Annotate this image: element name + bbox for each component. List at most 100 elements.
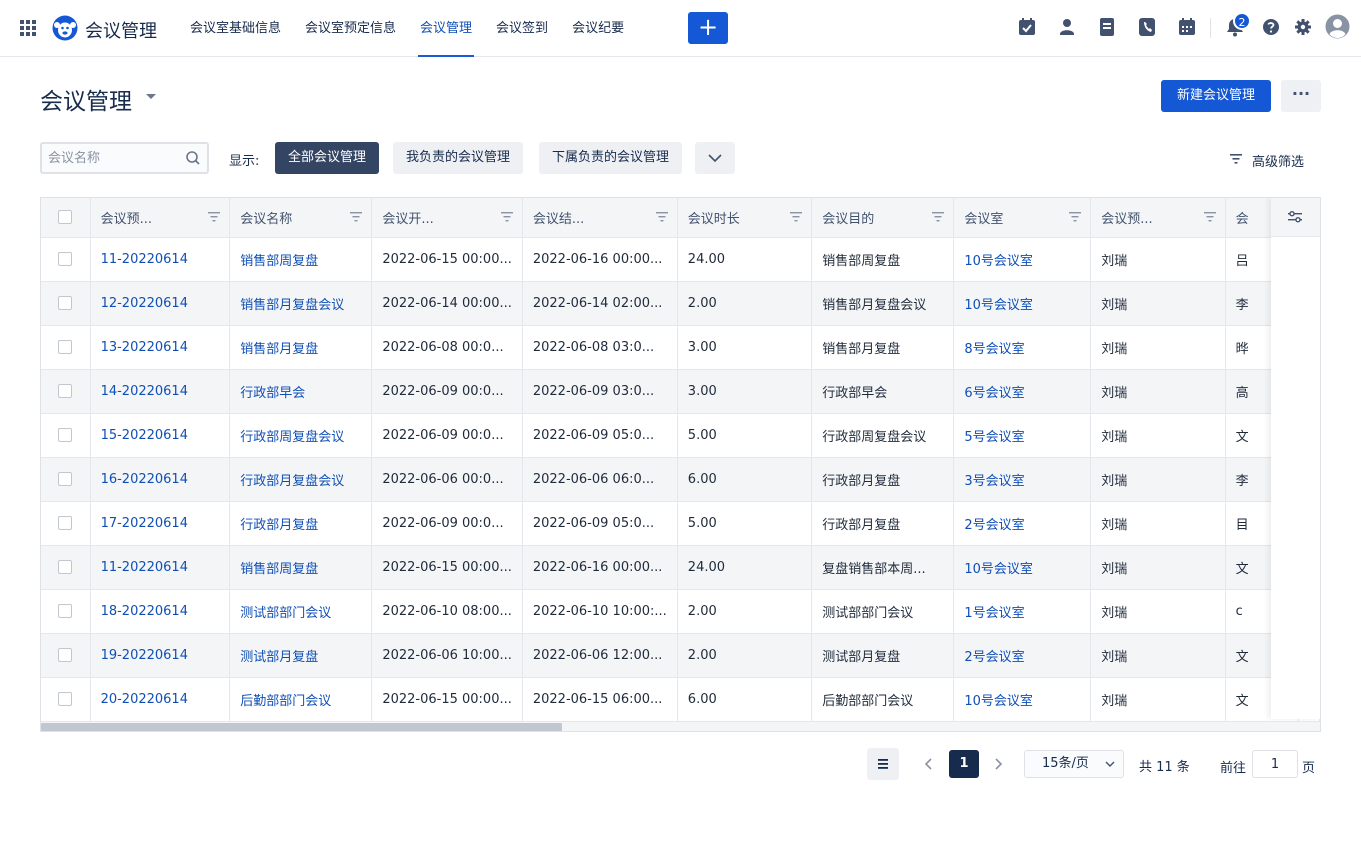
phone-icon[interactable] (1136, 16, 1158, 38)
help-icon[interactable] (1260, 16, 1282, 38)
cell-booking-code[interactable]: 12-20220614 (90, 281, 231, 326)
cell-meeting-room[interactable]: 6号会议室 (953, 369, 1092, 414)
user-avatar-icon[interactable] (1325, 14, 1350, 39)
row-checkbox[interactable] (58, 604, 73, 618)
column-filter-icon[interactable] (349, 211, 363, 223)
table-row[interactable]: 13-20220614 销售部月复盘 2022-06-08 00:0... 2022-… (41, 325, 1320, 370)
filter-tab-all-meetings[interactable]: 全部会议管理 (275, 142, 380, 174)
contact-person-icon[interactable] (1056, 16, 1078, 38)
cell-meeting-name[interactable]: 行政部早会 (229, 369, 373, 414)
table-row[interactable]: 15-20220614 行政部周复盘会议 2022-06-09 00:0... 202… (41, 413, 1320, 458)
column-header-purpose[interactable]: 会议目的 (811, 198, 955, 238)
row-checkbox[interactable] (58, 252, 73, 266)
cell-meeting-name[interactable]: 行政部月复盘 (229, 501, 373, 546)
meeting-name-search-input[interactable] (48, 149, 178, 167)
cell-booking-code[interactable]: 16-20220614 (90, 457, 231, 502)
cell-meeting-name[interactable]: 销售部周复盘 (229, 237, 373, 282)
cell-meeting-name[interactable]: 后勤部部门会议 (229, 677, 373, 722)
column-header-duration[interactable]: 会议时长 (677, 198, 813, 238)
filter-tab-subordinate-meetings[interactable]: 下属负责的会议管理 (539, 142, 683, 174)
filter-more-button[interactable] (695, 142, 735, 174)
more-actions-button[interactable]: ··· (1281, 80, 1321, 112)
settings-gear-icon[interactable] (1292, 16, 1314, 38)
cell-meeting-name[interactable]: 销售部月复盘 (229, 325, 373, 370)
current-page-button[interactable]: 1 (949, 750, 979, 778)
row-checkbox[interactable] (58, 472, 73, 486)
cell-meeting-room[interactable]: 2号会议室 (953, 501, 1092, 546)
cell-meeting-room[interactable]: 10号会议室 (953, 237, 1092, 282)
nav-meeting-checkin[interactable]: 会议签到 (484, 0, 560, 57)
column-settings-button[interactable] (1271, 198, 1320, 237)
advanced-filter-button[interactable]: 高级筛选 (1229, 151, 1304, 170)
cell-meeting-room[interactable]: 2号会议室 (953, 633, 1092, 678)
column-filter-icon[interactable] (1203, 211, 1217, 223)
cell-booking-code[interactable]: 13-20220614 (90, 325, 231, 370)
cell-booking-code[interactable]: 11-20220614 (90, 545, 231, 590)
column-filter-icon[interactable] (655, 211, 669, 223)
table-row[interactable]: 20-20220614 后勤部部门会议 2022-06-15 00:00... 202… (41, 677, 1320, 722)
cell-meeting-room[interactable]: 3号会议室 (953, 457, 1092, 502)
select-all-checkbox[interactable] (58, 210, 73, 225)
cell-meeting-room[interactable]: 8号会议室 (953, 325, 1092, 370)
cell-meeting-name[interactable]: 测试部月复盘 (229, 633, 373, 678)
cell-meeting-room[interactable]: 10号会议室 (953, 545, 1092, 590)
title-dropdown-caret-icon[interactable] (146, 94, 156, 99)
cell-meeting-name[interactable]: 行政部周复盘会议 (229, 413, 373, 458)
column-header-booker[interactable]: 会议预... (1090, 198, 1226, 238)
column-header-meeting-name[interactable]: 会议名称 (229, 198, 373, 238)
column-filter-icon[interactable] (789, 211, 803, 223)
table-row[interactable]: 11-20220614 销售部周复盘 2022-06-15 00:00... 2022… (41, 237, 1320, 282)
page-size-select[interactable]: 15条/页 (1024, 750, 1124, 778)
next-page-icon[interactable] (987, 752, 1009, 776)
row-checkbox[interactable] (58, 428, 73, 442)
column-header-start-time[interactable]: 会议开... (371, 198, 523, 238)
goto-page-input[interactable] (1252, 750, 1298, 778)
cell-meeting-name[interactable]: 测试部部门会议 (229, 589, 373, 634)
row-checkbox[interactable] (58, 516, 73, 530)
column-filter-icon[interactable] (500, 211, 514, 223)
row-checkbox[interactable] (58, 692, 73, 706)
task-check-icon[interactable] (1016, 16, 1038, 38)
cell-booking-code[interactable]: 20-20220614 (90, 677, 231, 722)
cell-meeting-room[interactable]: 5号会议室 (953, 413, 1092, 458)
create-button[interactable]: + (688, 12, 728, 44)
cell-booking-code[interactable]: 15-20220614 (90, 413, 231, 458)
column-filter-icon[interactable] (931, 211, 945, 223)
cell-meeting-room[interactable]: 10号会议室 (953, 281, 1092, 326)
document-icon[interactable] (1096, 16, 1118, 38)
cell-meeting-name[interactable]: 行政部月复盘会议 (229, 457, 373, 502)
table-row[interactable]: 12-20220614 销售部月复盘会议 2022-06-14 00:00... 20… (41, 281, 1320, 326)
pagination-list-view-button[interactable] (867, 748, 899, 780)
table-row[interactable]: 14-20220614 行政部早会 2022-06-09 00:0... 2022-0… (41, 369, 1320, 414)
column-header-meeting-room[interactable]: 会议室 (953, 198, 1092, 238)
horizontal-scrollbar[interactable] (41, 721, 1320, 731)
column-header-booking-code[interactable]: 会议预... (90, 198, 231, 238)
new-meeting-button[interactable]: 新建会议管理 (1161, 80, 1271, 112)
cell-meeting-name[interactable]: 销售部月复盘会议 (229, 281, 373, 326)
search-icon[interactable] (185, 150, 201, 166)
cell-booking-code[interactable]: 18-20220614 (90, 589, 231, 634)
row-checkbox[interactable] (58, 648, 73, 662)
previous-page-icon[interactable] (918, 752, 940, 776)
scrollbar-thumb[interactable] (41, 723, 562, 731)
row-checkbox[interactable] (58, 296, 73, 310)
table-row[interactable]: 11-20220614 销售部周复盘 2022-06-15 00:00... 2022… (41, 545, 1320, 590)
cell-meeting-room[interactable]: 10号会议室 (953, 677, 1092, 722)
cell-meeting-room[interactable]: 1号会议室 (953, 589, 1092, 634)
nav-room-basic-info[interactable]: 会议室基础信息 (178, 0, 293, 57)
cell-booking-code[interactable]: 11-20220614 (90, 237, 231, 282)
column-filter-icon[interactable] (207, 211, 221, 223)
app-grid-icon[interactable] (20, 20, 36, 36)
calendar-icon[interactable] (1176, 16, 1198, 38)
cell-meeting-name[interactable]: 销售部周复盘 (229, 545, 373, 590)
column-filter-icon[interactable] (1068, 211, 1082, 223)
filter-tab-my-meetings[interactable]: 我负责的会议管理 (393, 142, 524, 174)
table-row[interactable]: 16-20220614 行政部月复盘会议 2022-06-06 00:0... 202… (41, 457, 1320, 502)
nav-meeting-management[interactable]: 会议管理 (408, 0, 484, 57)
cell-booking-code[interactable]: 17-20220614 (90, 501, 231, 546)
table-row[interactable]: 18-20220614 测试部部门会议 2022-06-10 08:00... 202… (41, 589, 1320, 634)
nav-meeting-minutes[interactable]: 会议纪要 (560, 0, 636, 57)
cell-booking-code[interactable]: 19-20220614 (90, 633, 231, 678)
column-header-end-time[interactable]: 会议结... (522, 198, 678, 238)
cell-booking-code[interactable]: 14-20220614 (90, 369, 231, 414)
